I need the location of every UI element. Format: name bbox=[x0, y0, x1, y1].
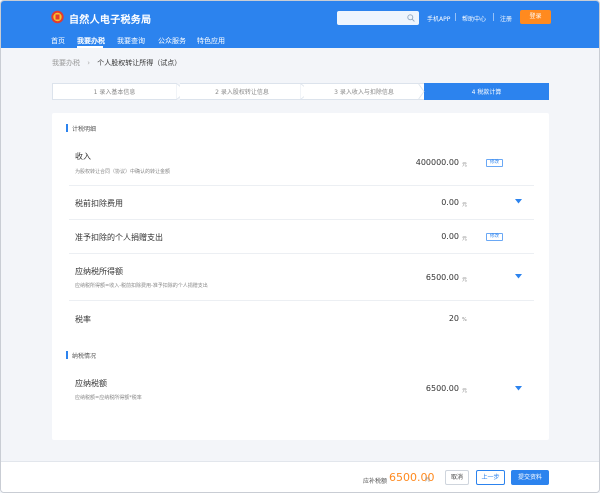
income-unit: 元 bbox=[462, 162, 468, 168]
search-icon[interactable] bbox=[407, 14, 415, 22]
nav-item-query[interactable]: 我要查询 bbox=[117, 36, 145, 46]
step-indicator: 1 录入基本信息 2 录入股权转让信息 3 录入收入与扣除信息 4 税款计算 bbox=[52, 83, 549, 100]
pre-tax-deduction-label: 税前扣除费用 bbox=[75, 199, 123, 208]
breadcrumb: 我要办税 › 个人股权转让所得（试点） bbox=[52, 58, 181, 68]
caret-down-icon[interactable] bbox=[515, 199, 522, 204]
action-footer: 应补税额 6500.00 元 取消 上一步 提交资料 bbox=[1, 461, 599, 492]
taxable-income-unit: 元 bbox=[462, 277, 468, 283]
step-income-deduction: 3 录入收入与扣除信息 bbox=[304, 83, 424, 100]
search-input[interactable] bbox=[337, 11, 419, 25]
nav-item-special-apps[interactable]: 特色应用 bbox=[197, 36, 225, 46]
register-link[interactable]: 注册 bbox=[500, 14, 512, 23]
tax-rate-unit: % bbox=[462, 317, 467, 323]
chevron-right-icon: › bbox=[87, 59, 91, 67]
step-equity-transfer: 2 录入股权转让信息 bbox=[180, 83, 304, 100]
step-label: 2 录入股权转让信息 bbox=[215, 89, 269, 96]
nav-item-public-service[interactable]: 公众服务 bbox=[158, 36, 186, 46]
tax-payable-value: 6500.00 bbox=[425, 384, 459, 393]
taxable-income-value: 6500.00 bbox=[425, 273, 459, 282]
edit-income-button[interactable]: 修改 bbox=[486, 159, 503, 167]
step-label: 4 税款计算 bbox=[471, 89, 502, 96]
tax-detail-card: 计税明细 收入 为股权转让合同（协议）中确认的转让金额 400000.00 元 … bbox=[52, 113, 549, 440]
tax-payable-hint: 应纳税额=应纳税所得额*税率 bbox=[75, 395, 142, 401]
step-basic-info: 1 录入基本信息 bbox=[52, 83, 176, 100]
submit-button[interactable]: 提交资料 bbox=[511, 470, 549, 485]
section-title-payment: 纳税情况 bbox=[72, 353, 97, 360]
tax-rate-label: 税率 bbox=[75, 315, 91, 324]
row-tax-rate: 税率 20 % bbox=[69, 301, 534, 335]
donation-unit: 元 bbox=[462, 236, 468, 242]
step-label: 1 录入基本信息 bbox=[93, 89, 136, 96]
caret-down-icon[interactable] bbox=[515, 386, 522, 391]
pre-tax-deduction-unit: 元 bbox=[462, 202, 468, 208]
nav-item-home[interactable]: 首页 bbox=[51, 36, 65, 46]
previous-step-button[interactable]: 上一步 bbox=[476, 470, 505, 485]
app-window: 自然人电子税务局 手机APP 帮助中心 注册 登录 首页 我要办税 我要查询 公… bbox=[0, 0, 600, 493]
row-donation: 准予扣除的个人捐赠支出 0.00 元 修改 bbox=[69, 220, 534, 254]
tax-emblem-icon bbox=[51, 10, 64, 24]
top-header: 自然人电子税务局 手机APP 帮助中心 注册 登录 bbox=[1, 1, 599, 34]
tax-due-label: 应补税额 bbox=[363, 478, 388, 485]
tax-payable-label: 应纳税额 bbox=[75, 379, 107, 388]
login-button[interactable]: 登录 bbox=[520, 10, 551, 24]
site-title: 自然人电子税务局 bbox=[69, 15, 152, 26]
taxable-income-label: 应纳税所得额 bbox=[75, 267, 123, 276]
divider bbox=[493, 13, 494, 21]
caret-down-icon[interactable] bbox=[515, 274, 522, 279]
section-title-calc: 计税明细 bbox=[72, 126, 97, 133]
row-income: 收入 为股权转让合同（协议）中确认的转让金额 400000.00 元 修改 bbox=[69, 139, 534, 186]
section-marker bbox=[66, 124, 68, 132]
nav-active-indicator bbox=[77, 46, 103, 48]
help-center-link[interactable]: 帮助中心 bbox=[462, 14, 486, 23]
income-label: 收入 bbox=[75, 152, 91, 161]
cancel-button[interactable]: 取消 bbox=[445, 470, 469, 485]
donation-value: 0.00 bbox=[441, 232, 459, 241]
taxable-income-hint: 应纳税所得额=收入-税前扣除费用-准予扣除的个人捐赠支出 bbox=[75, 283, 208, 289]
row-taxable-income: 应纳税所得额 应纳税所得额=收入-税前扣除费用-准予扣除的个人捐赠支出 6500… bbox=[69, 254, 534, 301]
tax-rate-value: 20 bbox=[448, 314, 459, 323]
income-value: 400000.00 bbox=[415, 158, 459, 167]
row-tax-payable: 应纳税额 应纳税额=应纳税所得额*税率 6500.00 元 bbox=[69, 367, 534, 411]
edit-donation-button[interactable]: 修改 bbox=[486, 233, 503, 241]
income-hint: 为股权转让合同（协议）中确认的转让金额 bbox=[75, 169, 171, 175]
breadcrumb-current: 个人股权转让所得（试点） bbox=[97, 59, 182, 67]
pre-tax-deduction-value: 0.00 bbox=[441, 198, 459, 207]
donation-label: 准予扣除的个人捐赠支出 bbox=[75, 233, 163, 242]
nav-item-file-tax[interactable]: 我要办税 bbox=[77, 36, 105, 46]
tax-payable-unit: 元 bbox=[462, 388, 468, 394]
section-marker bbox=[66, 351, 68, 359]
breadcrumb-parent[interactable]: 我要办税 bbox=[52, 59, 80, 67]
step-label: 3 录入收入与扣除信息 bbox=[334, 89, 394, 96]
divider bbox=[455, 13, 456, 21]
mobile-app-link[interactable]: 手机APP bbox=[427, 14, 450, 23]
step-tax-calculation: 4 税款计算 bbox=[424, 83, 549, 100]
tax-due-unit: 元 bbox=[425, 477, 431, 483]
row-pre-tax-deduction: 税前扣除费用 0.00 元 bbox=[69, 186, 534, 220]
step-arrow-icon bbox=[418, 83, 425, 100]
